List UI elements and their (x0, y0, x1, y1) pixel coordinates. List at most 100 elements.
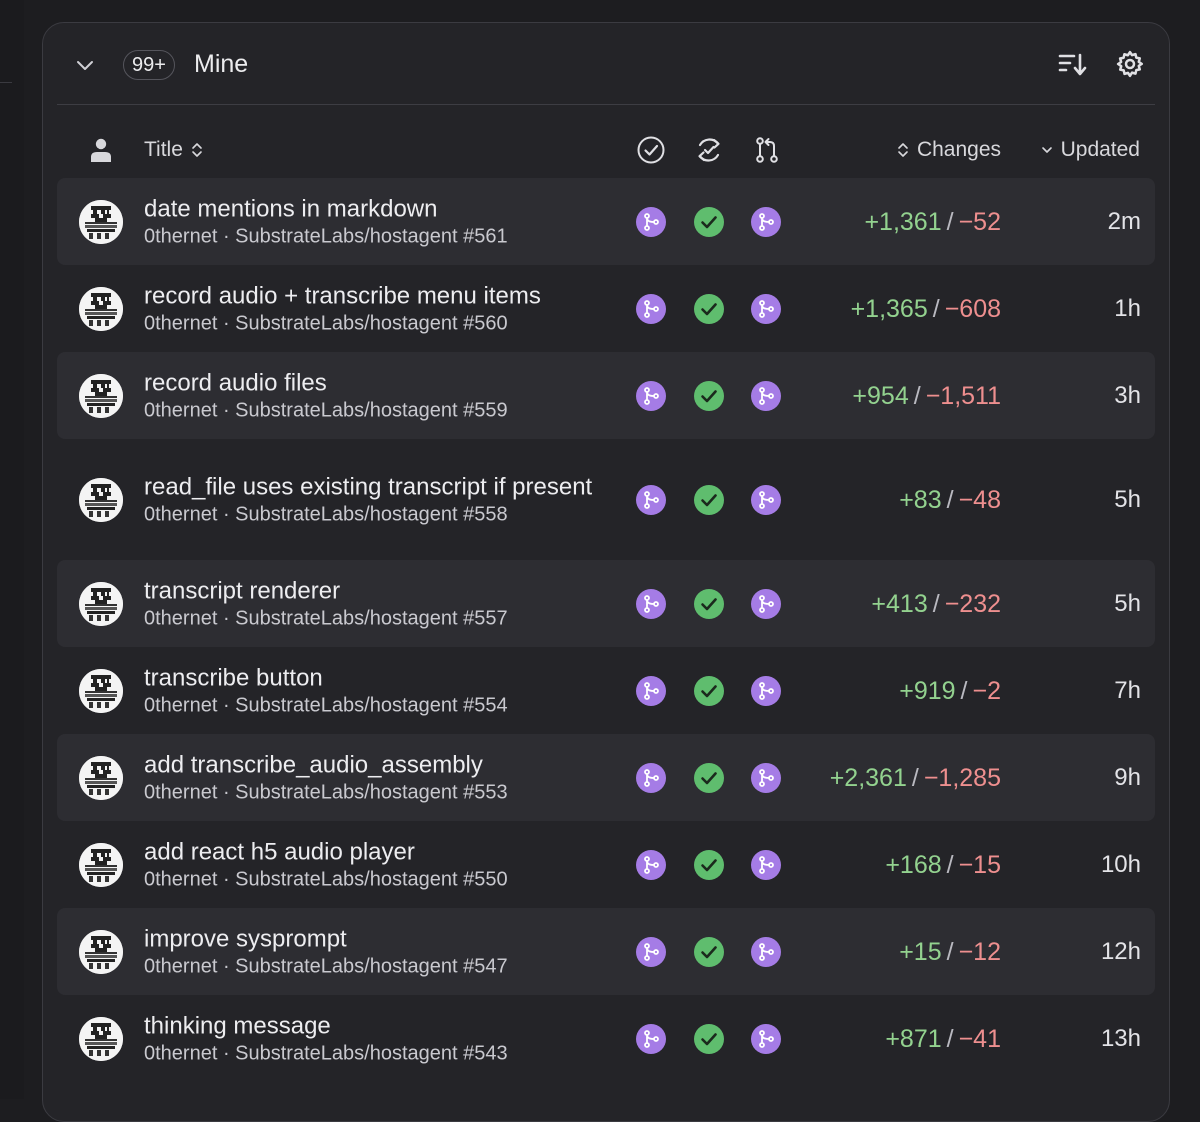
diff-separator: / (913, 381, 921, 410)
merged-status-icon[interactable] (636, 762, 666, 793)
merged-pr-icon[interactable] (751, 380, 781, 411)
updated-column-header[interactable]: Updated (1041, 136, 1140, 164)
author-avatar[interactable] (79, 755, 123, 800)
pr-title[interactable]: read_file uses existing transcript if pr… (144, 472, 604, 501)
pr-row[interactable]: transcript renderer 0thernet · Substrate… (57, 560, 1155, 647)
merged-status-icon[interactable] (636, 849, 666, 880)
pr-meta: 0thernet · SubstrateLabs/hostagent #553 (144, 781, 508, 803)
merged-pr-icon[interactable] (751, 849, 781, 880)
author-avatar[interactable] (79, 668, 123, 713)
pr-text: transcribe button 0thernet · SubstrateLa… (144, 663, 604, 718)
additions-count: +1,361 (864, 207, 942, 236)
deletions-count: −1,285 (923, 763, 1001, 792)
checks-passed-icon[interactable] (694, 293, 724, 324)
title-column-header[interactable]: Title (144, 136, 203, 164)
author-avatar[interactable] (79, 373, 123, 418)
sort-icon[interactable] (1057, 51, 1087, 79)
pr-row[interactable]: thinking message 0thernet · SubstrateLab… (57, 995, 1155, 1082)
additions-count: +15 (899, 937, 942, 966)
checks-column-icon[interactable] (694, 135, 724, 165)
author-avatar[interactable] (79, 477, 123, 522)
merged-pr-icon[interactable] (751, 675, 781, 706)
additions-count: +871 (885, 1024, 942, 1053)
merged-pr-icon[interactable] (751, 1023, 781, 1054)
changes-column-header[interactable]: Changes (897, 136, 1001, 164)
merged-pr-icon[interactable] (751, 484, 781, 515)
diff-stats: +2,361/−1,285 (830, 763, 1001, 793)
checks-passed-icon[interactable] (694, 849, 724, 880)
updated-time: 5h (1114, 589, 1141, 617)
merged-pr-icon[interactable] (751, 936, 781, 967)
checks-passed-icon[interactable] (694, 380, 724, 411)
updated-time: 13h (1100, 1024, 1141, 1052)
pr-title[interactable]: transcribe button (144, 663, 604, 692)
pr-title[interactable]: add transcribe_audio_assembly (144, 750, 604, 779)
diff-separator: / (946, 207, 954, 236)
header-divider (57, 104, 1155, 105)
pr-row[interactable]: date mentions in markdown 0thernet · Sub… (57, 178, 1155, 265)
author-avatar[interactable] (79, 286, 123, 331)
pull-request-column-icon[interactable] (752, 135, 782, 165)
pr-text: add transcribe_audio_assembly 0thernet ·… (144, 750, 604, 805)
diff-separator: / (946, 1024, 954, 1053)
pr-title[interactable]: record audio files (144, 368, 604, 397)
gear-icon[interactable] (1115, 49, 1145, 79)
diff-stats: +168/−15 (885, 850, 1001, 880)
deletions-count: −12 (958, 937, 1001, 966)
pr-row[interactable]: record audio files 0thernet · SubstrateL… (57, 352, 1155, 439)
checks-passed-icon[interactable] (694, 206, 724, 237)
checks-passed-icon[interactable] (694, 588, 724, 619)
diff-separator: / (932, 589, 940, 618)
author-avatar[interactable] (79, 842, 123, 887)
pr-title[interactable]: add react h5 audio player (144, 837, 604, 866)
pr-row[interactable]: transcribe button 0thernet · SubstrateLa… (57, 647, 1155, 734)
pr-row[interactable]: add transcribe_audio_assembly 0thernet ·… (57, 734, 1155, 821)
checks-passed-icon[interactable] (694, 675, 724, 706)
pr-group-panel: 99+ Mine Title Changes Updated date ment… (42, 22, 1170, 1122)
checks-passed-icon[interactable] (694, 1023, 724, 1054)
review-status-column-icon[interactable] (636, 135, 666, 165)
chevron-down-icon[interactable] (73, 53, 97, 77)
pr-text: record audio files 0thernet · SubstrateL… (144, 368, 604, 423)
checks-passed-icon[interactable] (694, 762, 724, 793)
diff-stats: +871/−41 (885, 1024, 1001, 1054)
author-column-icon (91, 138, 111, 162)
checks-passed-icon[interactable] (694, 936, 724, 967)
author-avatar[interactable] (79, 199, 123, 244)
merged-pr-icon[interactable] (751, 762, 781, 793)
pr-meta: 0thernet · SubstrateLabs/hostagent #560 (144, 312, 508, 334)
merged-pr-icon[interactable] (751, 588, 781, 619)
merged-status-icon[interactable] (636, 380, 666, 411)
merged-status-icon[interactable] (636, 484, 666, 515)
merged-status-icon[interactable] (636, 206, 666, 237)
updated-time: 3h (1114, 381, 1141, 409)
author-avatar[interactable] (79, 1016, 123, 1061)
deletions-count: −232 (944, 589, 1001, 618)
pr-title[interactable]: transcript renderer (144, 576, 604, 605)
merged-status-icon[interactable] (636, 588, 666, 619)
pr-title[interactable]: thinking message (144, 1011, 604, 1040)
pr-text: record audio + transcribe menu items 0th… (144, 281, 604, 336)
sort-down-icon (1041, 147, 1052, 154)
merged-pr-icon[interactable] (751, 293, 781, 324)
diff-separator: / (911, 763, 919, 792)
column-headers: Title Changes Updated (43, 123, 1169, 177)
pr-row[interactable]: read_file uses existing transcript if pr… (57, 439, 1155, 560)
author-avatar[interactable] (79, 929, 123, 974)
author-avatar[interactable] (79, 581, 123, 626)
checks-passed-icon[interactable] (694, 484, 724, 515)
pr-row[interactable]: record audio + transcribe menu items 0th… (57, 265, 1155, 352)
merged-status-icon[interactable] (636, 675, 666, 706)
merged-status-icon[interactable] (636, 293, 666, 324)
pr-text: improve sysprompt 0thernet · SubstrateLa… (144, 924, 604, 979)
pr-meta: 0thernet · SubstrateLabs/hostagent #547 (144, 955, 508, 977)
pr-title[interactable]: record audio + transcribe menu items (144, 281, 604, 310)
merged-pr-icon[interactable] (751, 206, 781, 237)
merged-status-icon[interactable] (636, 936, 666, 967)
pr-title[interactable]: date mentions in markdown (144, 194, 604, 223)
pr-title[interactable]: improve sysprompt (144, 924, 604, 953)
deletions-count: −41 (958, 1024, 1001, 1053)
pr-row[interactable]: improve sysprompt 0thernet · SubstrateLa… (57, 908, 1155, 995)
pr-row[interactable]: add react h5 audio player 0thernet · Sub… (57, 821, 1155, 908)
merged-status-icon[interactable] (636, 1023, 666, 1054)
